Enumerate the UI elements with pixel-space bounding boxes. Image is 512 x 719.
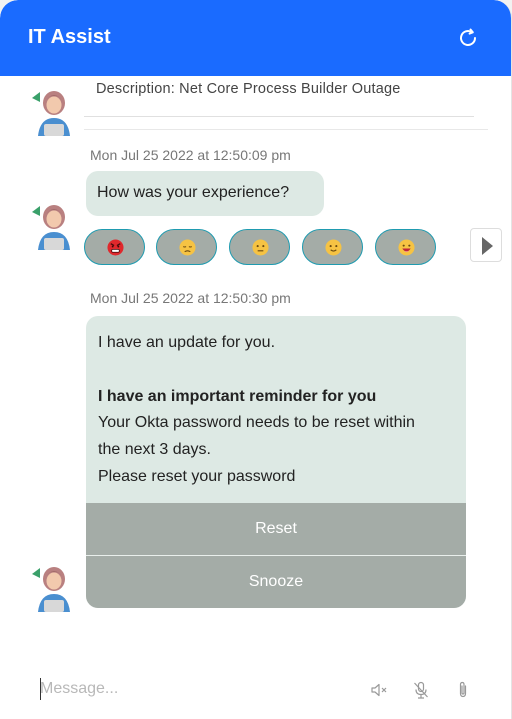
message-timestamp: Mon Jul 25 2022 at 12:50:30 pm bbox=[90, 290, 291, 306]
chat-title: IT Assist bbox=[28, 26, 111, 48]
paperclip-icon[interactable] bbox=[453, 680, 473, 700]
question-bubble: How was your experience? bbox=[86, 171, 324, 216]
rating-happy-button[interactable] bbox=[375, 229, 436, 265]
sad-face-icon bbox=[179, 239, 196, 256]
bot-avatar-icon bbox=[32, 91, 70, 136]
divider bbox=[84, 116, 474, 117]
reminder-text: Your Okta password needs to be reset wit… bbox=[98, 414, 415, 431]
mute-icon[interactable] bbox=[369, 680, 389, 700]
bot-avatar-icon bbox=[32, 567, 70, 612]
reminder-heading: I have an important reminder for you bbox=[98, 388, 377, 405]
chat-widget: IT Assist Description: Net Core Process … bbox=[0, 0, 512, 719]
message-composer bbox=[0, 660, 511, 719]
description-text: Description: Net Core Process Builder Ou… bbox=[96, 81, 401, 97]
description-card: Description: Net Core Process Builder Ou… bbox=[84, 76, 488, 130]
update-intro: I have an update for you. bbox=[98, 334, 276, 351]
reset-button[interactable]: Reset bbox=[86, 503, 466, 555]
update-card: I have an update for you. I have an impo… bbox=[86, 316, 466, 608]
chat-header: IT Assist bbox=[0, 0, 511, 76]
neutral-face-icon bbox=[252, 239, 269, 256]
rating-slight-smile-button[interactable] bbox=[302, 229, 363, 265]
rating-neutral-button[interactable] bbox=[229, 229, 290, 265]
text-caret bbox=[40, 678, 41, 700]
reminder-text: the next 3 days. bbox=[98, 441, 211, 458]
happy-face-icon bbox=[398, 239, 415, 256]
reminder-text: Please reset your password bbox=[98, 468, 296, 485]
refresh-icon[interactable] bbox=[456, 26, 480, 50]
rating-sad-button[interactable] bbox=[156, 229, 217, 265]
message-input[interactable] bbox=[40, 676, 340, 702]
chevron-right-icon bbox=[482, 237, 493, 255]
ratings-next-button[interactable] bbox=[470, 228, 502, 262]
message-timestamp: Mon Jul 25 2022 at 12:50:09 pm bbox=[90, 147, 291, 163]
rating-very-angry-button[interactable] bbox=[84, 229, 145, 265]
very-angry-face-icon bbox=[107, 239, 124, 256]
slight-smile-face-icon bbox=[325, 239, 342, 256]
microphone-off-icon[interactable] bbox=[411, 680, 431, 700]
bot-avatar-icon bbox=[32, 205, 70, 250]
snooze-button[interactable]: Snooze bbox=[86, 556, 466, 608]
